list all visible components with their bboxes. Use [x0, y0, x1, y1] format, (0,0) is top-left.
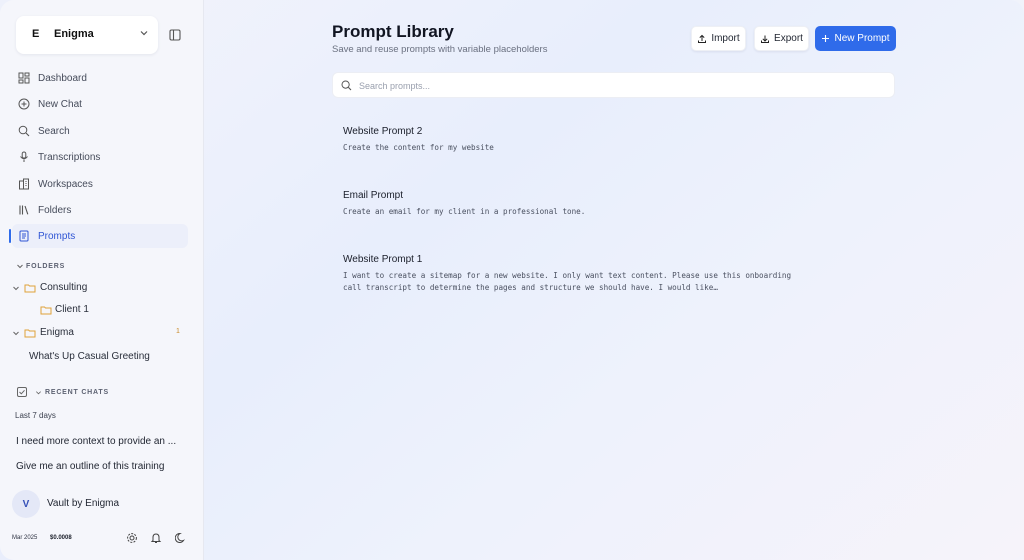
prompt-card[interactable]: Website Prompt 2 Create the content for …: [333, 118, 893, 168]
folders-section-label: FOLDERS: [26, 263, 66, 270]
folder-icon: [24, 329, 36, 337]
search-icon: [18, 125, 30, 137]
prompt-description: Create an email for my client in a profe…: [343, 207, 586, 216]
sidebar-item-label: Folders: [38, 205, 72, 216]
sidebar-item-label: Workspaces: [38, 179, 93, 190]
prompt-card[interactable]: Website Prompt 1 I want to create a site…: [333, 246, 893, 296]
workspace-switcher[interactable]: E Enigma: [16, 16, 158, 54]
bell-icon[interactable]: [150, 532, 162, 544]
plus-icon: [822, 35, 830, 42]
folder-label: Consulting: [40, 282, 88, 293]
document-icon: [19, 230, 29, 242]
folder-row-client-1[interactable]: Client 1: [40, 304, 89, 315]
user-name[interactable]: Vault by Enigma: [47, 498, 119, 509]
recent-chat-item[interactable]: Give me an outline of this training: [16, 461, 176, 472]
search-bar: [332, 72, 895, 98]
chat-label: What's Up Casual Greeting: [29, 351, 150, 362]
chevron-down-icon[interactable]: [12, 284, 20, 292]
avatar[interactable]: V: [12, 490, 40, 518]
sidebar-item-label: Transcriptions: [38, 152, 101, 163]
sidebar-item-label: Prompts: [38, 231, 76, 242]
sidebar-item-label: New Chat: [38, 99, 82, 110]
app-window: E Enigma Dashboard New Chat Search Trans…: [0, 0, 1024, 560]
sidebar-item-new-chat[interactable]: New Chat: [12, 92, 188, 116]
sidebar-item-label: Dashboard: [38, 73, 87, 84]
prompt-title: Website Prompt 2: [343, 126, 423, 137]
import-label: Import: [711, 33, 740, 44]
chevron-down-icon[interactable]: [16, 262, 24, 270]
workspace-name: Enigma: [54, 28, 94, 40]
usage-date: Mar 2025: [12, 535, 38, 541]
export-button[interactable]: Export: [754, 26, 809, 51]
prompt-description: Create the content for my website: [343, 143, 494, 152]
sidebar-item-workspaces[interactable]: Workspaces: [12, 172, 188, 196]
search-input[interactable]: [359, 77, 879, 95]
usage-cost: $0.0008: [50, 535, 72, 541]
chevron-down-icon[interactable]: [35, 389, 42, 396]
import-button[interactable]: Import: [691, 26, 746, 51]
sidebar-item-prompts[interactable]: Prompts: [9, 224, 188, 248]
upload-icon: [698, 34, 707, 43]
new-prompt-button[interactable]: New Prompt: [815, 26, 896, 51]
plus-circle-icon: [18, 98, 30, 110]
folder-label: Client 1: [55, 304, 89, 315]
building-icon: [19, 178, 29, 190]
gear-icon[interactable]: [126, 532, 138, 544]
folder-icon: [40, 306, 52, 314]
chevron-down-icon[interactable]: [12, 329, 20, 337]
download-icon: [761, 35, 770, 43]
new-prompt-label: New Prompt: [834, 33, 890, 44]
recent-group-label: Last 7 days: [15, 411, 56, 420]
page-title: Prompt Library: [332, 22, 454, 41]
moon-icon[interactable]: [175, 532, 187, 544]
recent-chat-item[interactable]: I need more context to provide an ...: [16, 436, 176, 447]
prompt-title: Website Prompt 1: [343, 254, 423, 265]
prompt-card[interactable]: Email Prompt Create an email for my clie…: [333, 182, 893, 232]
workspace-initial: E: [32, 28, 40, 40]
library-icon: [19, 205, 29, 215]
chat-row-whats-up[interactable]: What's Up Casual Greeting: [29, 351, 150, 362]
folder-label: Enigma: [40, 327, 74, 338]
sidebar-collapse-icon[interactable]: [168, 28, 182, 42]
sidebar-item-label: Search: [38, 126, 70, 137]
sidebar-item-transcriptions[interactable]: Transcriptions: [12, 145, 188, 169]
page-subtitle: Save and reuse prompts with variable pla…: [332, 44, 548, 55]
search-icon: [341, 80, 352, 91]
folder-row-enigma[interactable]: Enigma: [12, 327, 74, 338]
export-label: Export: [774, 33, 803, 44]
dashboard-icon: [18, 72, 30, 84]
folder-row-consulting[interactable]: Consulting: [12, 282, 87, 293]
recent-chats-section-label: RECENT CHATS: [45, 389, 109, 396]
sidebar-item-search[interactable]: Search: [12, 119, 188, 143]
folder-count-badge: 1: [176, 328, 180, 335]
sidebar: E Enigma Dashboard New Chat Search Trans…: [0, 0, 204, 560]
microphone-icon: [20, 151, 28, 162]
chevron-down-icon: [140, 31, 148, 36]
prompt-title: Email Prompt: [343, 190, 404, 201]
folder-icon: [24, 284, 36, 292]
checkbox-icon[interactable]: [17, 387, 27, 397]
sidebar-item-folders[interactable]: Folders: [12, 198, 188, 222]
prompt-description: I want to create a sitemap for a new web…: [343, 271, 792, 292]
sidebar-item-dashboard[interactable]: Dashboard: [12, 66, 188, 90]
